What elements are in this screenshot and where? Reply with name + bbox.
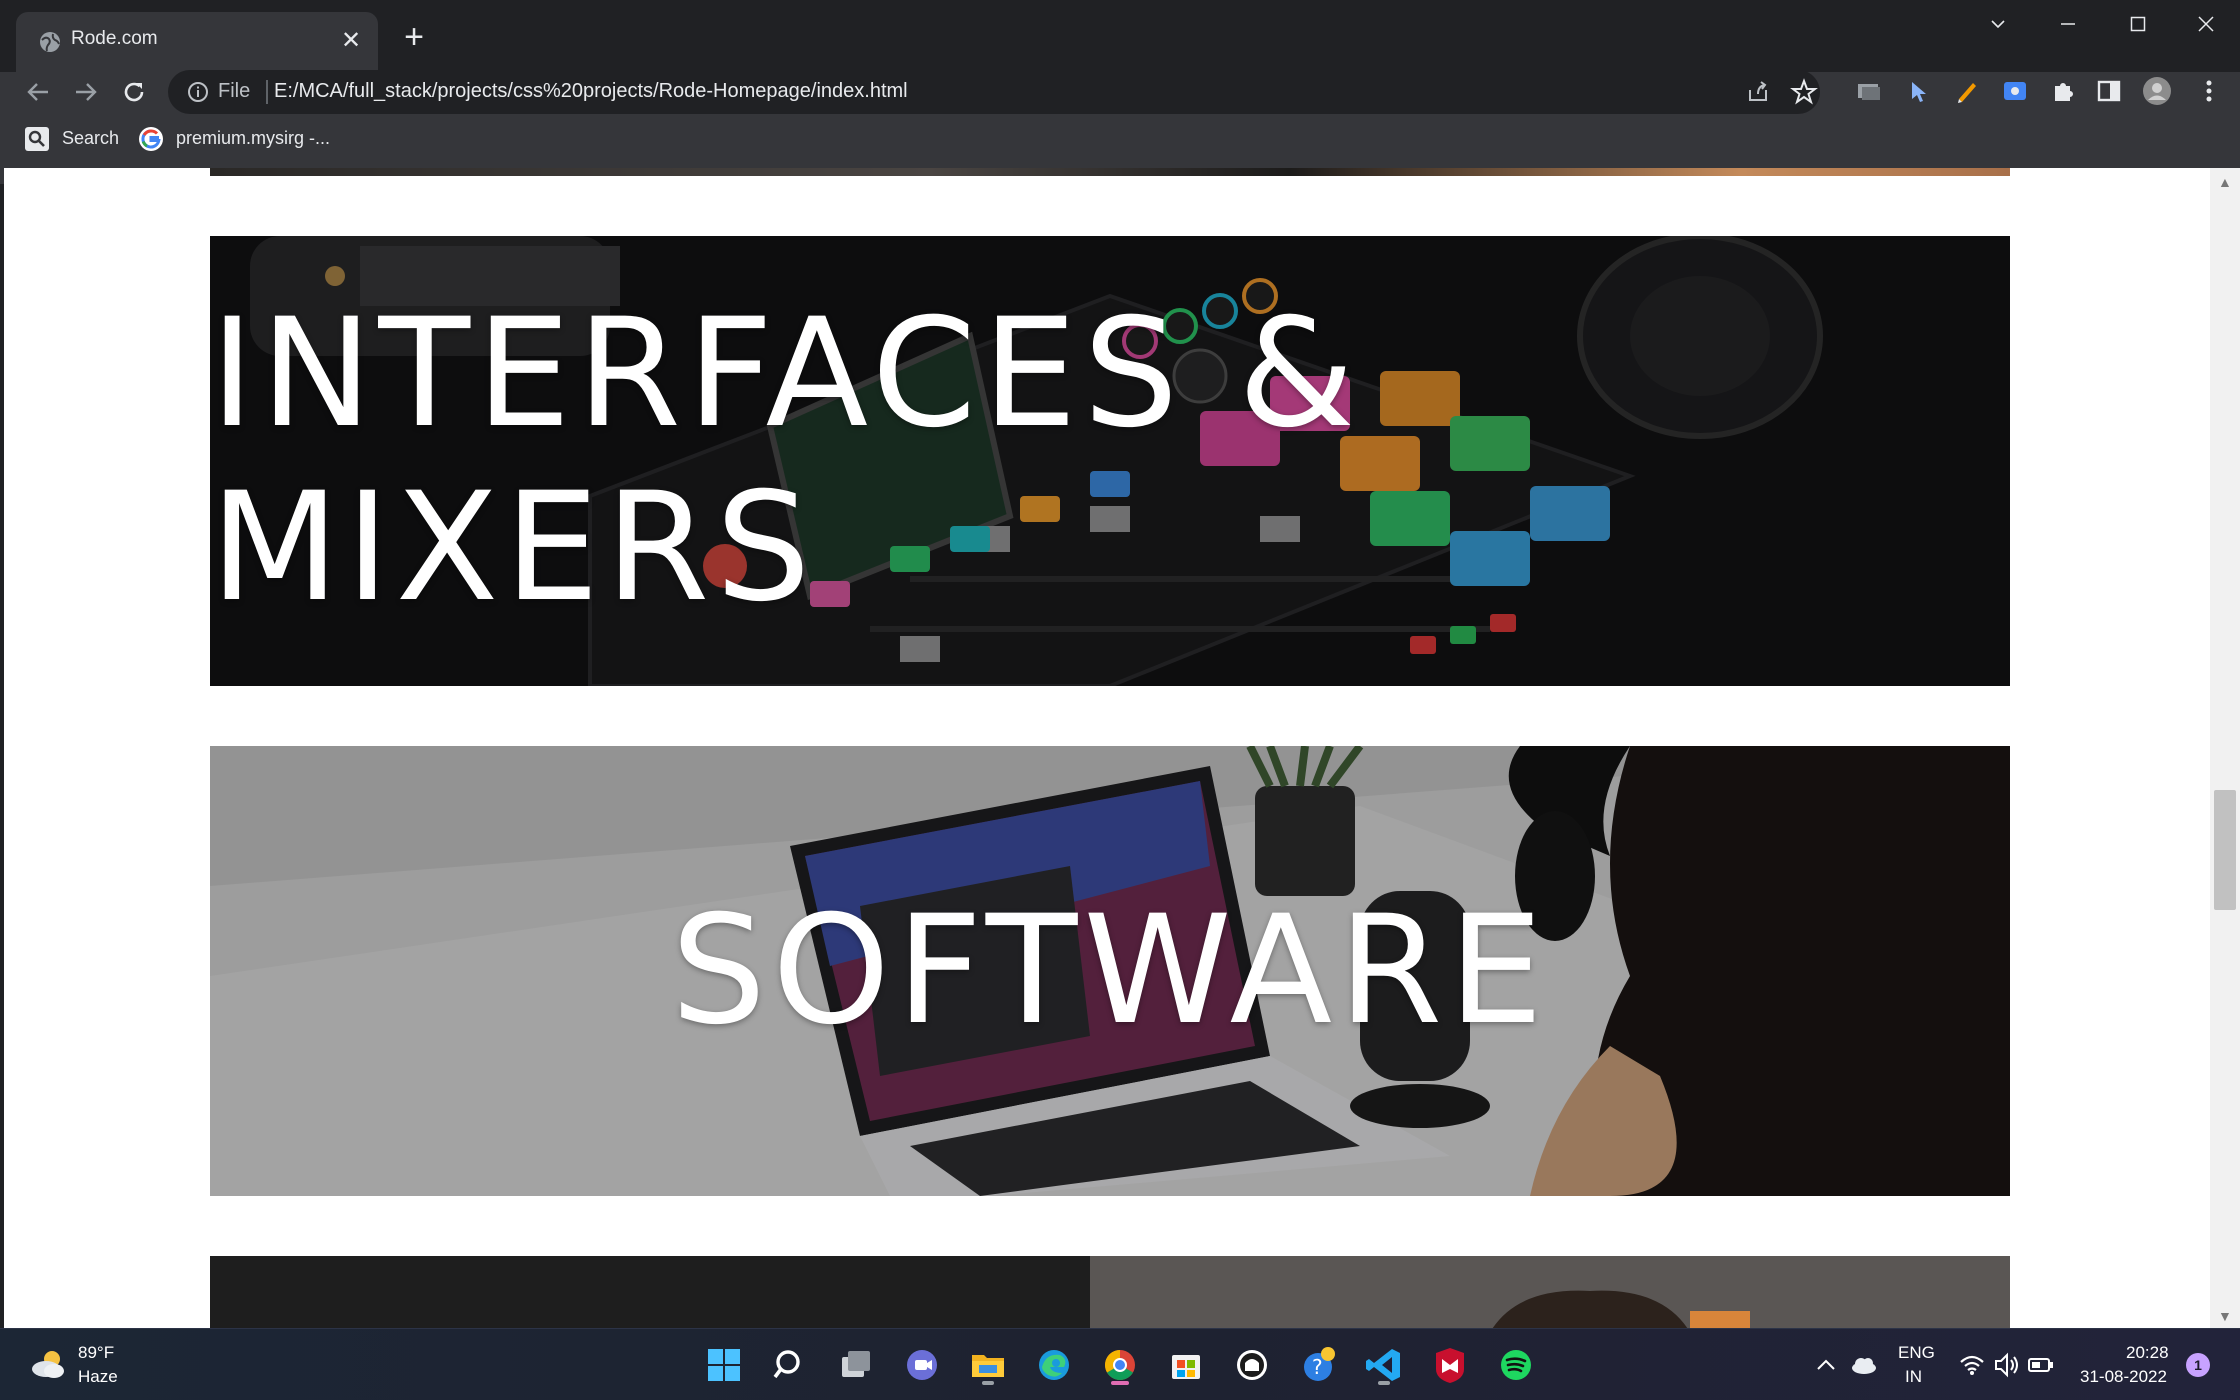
new-tab-button[interactable]: +	[396, 20, 432, 56]
active-indicator	[1111, 1381, 1129, 1385]
reload-icon	[124, 82, 144, 102]
volume-icon[interactable]	[1992, 1343, 2020, 1387]
chrome-app[interactable]	[1098, 1343, 1142, 1387]
tab-title: Rode.com	[71, 28, 158, 49]
minimize-icon	[2061, 23, 2075, 25]
weather-temperature[interactable]: 89°F	[78, 1343, 114, 1363]
side-panel-icon[interactable]	[2094, 76, 2124, 106]
info-icon[interactable]	[186, 80, 210, 104]
file-explorer-app[interactable]	[966, 1343, 1010, 1387]
vscode-app[interactable]	[1362, 1343, 1406, 1387]
maximize-button[interactable]	[2110, 6, 2166, 40]
scroll-down-arrow-icon[interactable]: ▼	[2218, 1308, 2232, 1324]
arrow-right-icon	[76, 83, 97, 101]
clock-time[interactable]: 20:28	[2126, 1343, 2169, 1363]
chevron-up-icon[interactable]	[1814, 1343, 1838, 1387]
minimize-button[interactable]	[2040, 6, 2096, 40]
microsoft-store-icon[interactable]	[1164, 1343, 1208, 1387]
help-icon[interactable]: ?	[1296, 1343, 1340, 1387]
running-indicator	[982, 1381, 994, 1385]
profile-avatar-icon[interactable]	[2142, 76, 2172, 106]
scroll-up-arrow-icon[interactable]: ▲	[2218, 174, 2232, 190]
close-tab-button[interactable]: ✕	[336, 26, 366, 56]
arrow-left-icon	[27, 83, 48, 101]
scheme-label: File	[218, 80, 251, 102]
share-icon[interactable]	[1744, 78, 1772, 106]
kebab-menu-icon[interactable]	[2194, 76, 2224, 106]
svg-text:?: ?	[1312, 1355, 1323, 1379]
running-indicator	[1378, 1381, 1390, 1385]
banner-software[interactable]: SOFTWARE	[210, 746, 2010, 1196]
spotify-icon[interactable]	[1494, 1343, 1538, 1387]
tab-search-button[interactable]	[1970, 6, 2026, 40]
close-window-button[interactable]	[2178, 6, 2234, 40]
weather-haze-icon[interactable]	[28, 1349, 68, 1381]
browser-tab[interactable]: Rode.com ✕	[16, 12, 378, 72]
screen-recorder-extension-icon[interactable]	[2000, 76, 2030, 106]
chevron-down-icon	[1991, 20, 2005, 29]
reload-button[interactable]	[116, 74, 152, 110]
battery-icon[interactable]	[2026, 1343, 2056, 1387]
bookmark-label: premium.mysirg -...	[176, 128, 331, 148]
banner-title: INTERFACES & MIXERS	[210, 287, 1361, 635]
star-icon[interactable]	[1790, 78, 1818, 106]
page-scrollbar[interactable]: ▲ ▼	[2210, 168, 2240, 1328]
tab-manager-extension-icon[interactable]	[1854, 76, 1884, 106]
search-icon[interactable]	[768, 1343, 812, 1387]
clock-date[interactable]: 31-08-2022	[2080, 1367, 2167, 1387]
globe-icon	[40, 32, 60, 52]
edge-icon[interactable]	[1032, 1343, 1076, 1387]
windows-taskbar: 89°F Haze ? ENG IN 20:28 31-08-2022 1	[0, 1328, 2240, 1400]
close-icon	[2198, 16, 2214, 32]
banner-title: SOFTWARE	[670, 884, 1550, 1058]
tab-strip: Rode.com ✕ +	[0, 0, 2240, 72]
bookmark-label: Search	[62, 128, 120, 148]
banner-next-partial[interactable]	[210, 1256, 2010, 1328]
notification-badge[interactable]: 1	[2186, 1353, 2210, 1377]
input-language[interactable]: ENG	[1898, 1343, 1935, 1363]
google-icon	[139, 127, 163, 151]
cursor-extension-icon[interactable]	[1904, 76, 1934, 106]
banner-interfaces-mixers[interactable]: INTERFACES & MIXERS	[210, 236, 2010, 686]
mcafee-icon[interactable]	[1428, 1343, 1472, 1387]
search-icon	[25, 127, 49, 151]
omnibox-divider	[266, 80, 268, 104]
task-view-icon[interactable]	[834, 1343, 878, 1387]
windows-start-icon[interactable]	[702, 1343, 746, 1387]
forward-button[interactable]	[68, 74, 104, 110]
puzzle-icon[interactable]	[2048, 76, 2078, 106]
page-viewport: INTERFACES & MIXERS SOFTWARE	[4, 168, 2210, 1328]
teams-chat-icon[interactable]	[900, 1343, 944, 1387]
back-button[interactable]	[20, 74, 56, 110]
github-icon[interactable]	[1230, 1343, 1274, 1387]
url-text[interactable]: E:/MCA/full_stack/projects/css%20project…	[274, 80, 908, 103]
scroll-thumb[interactable]	[2214, 790, 2236, 910]
input-region[interactable]: IN	[1905, 1367, 1922, 1387]
previous-banner-edge	[210, 168, 2010, 176]
maximize-icon	[2130, 16, 2146, 32]
next-banner-image	[210, 1256, 2010, 1328]
pen-extension-icon[interactable]	[1952, 76, 1982, 106]
onedrive-cloud-icon[interactable]	[1848, 1343, 1880, 1387]
weather-condition[interactable]: Haze	[78, 1367, 118, 1387]
address-bar[interactable]: File E:/MCA/full_stack/projects/css%20pr…	[168, 70, 1820, 114]
wifi-icon[interactable]	[1958, 1343, 1986, 1387]
